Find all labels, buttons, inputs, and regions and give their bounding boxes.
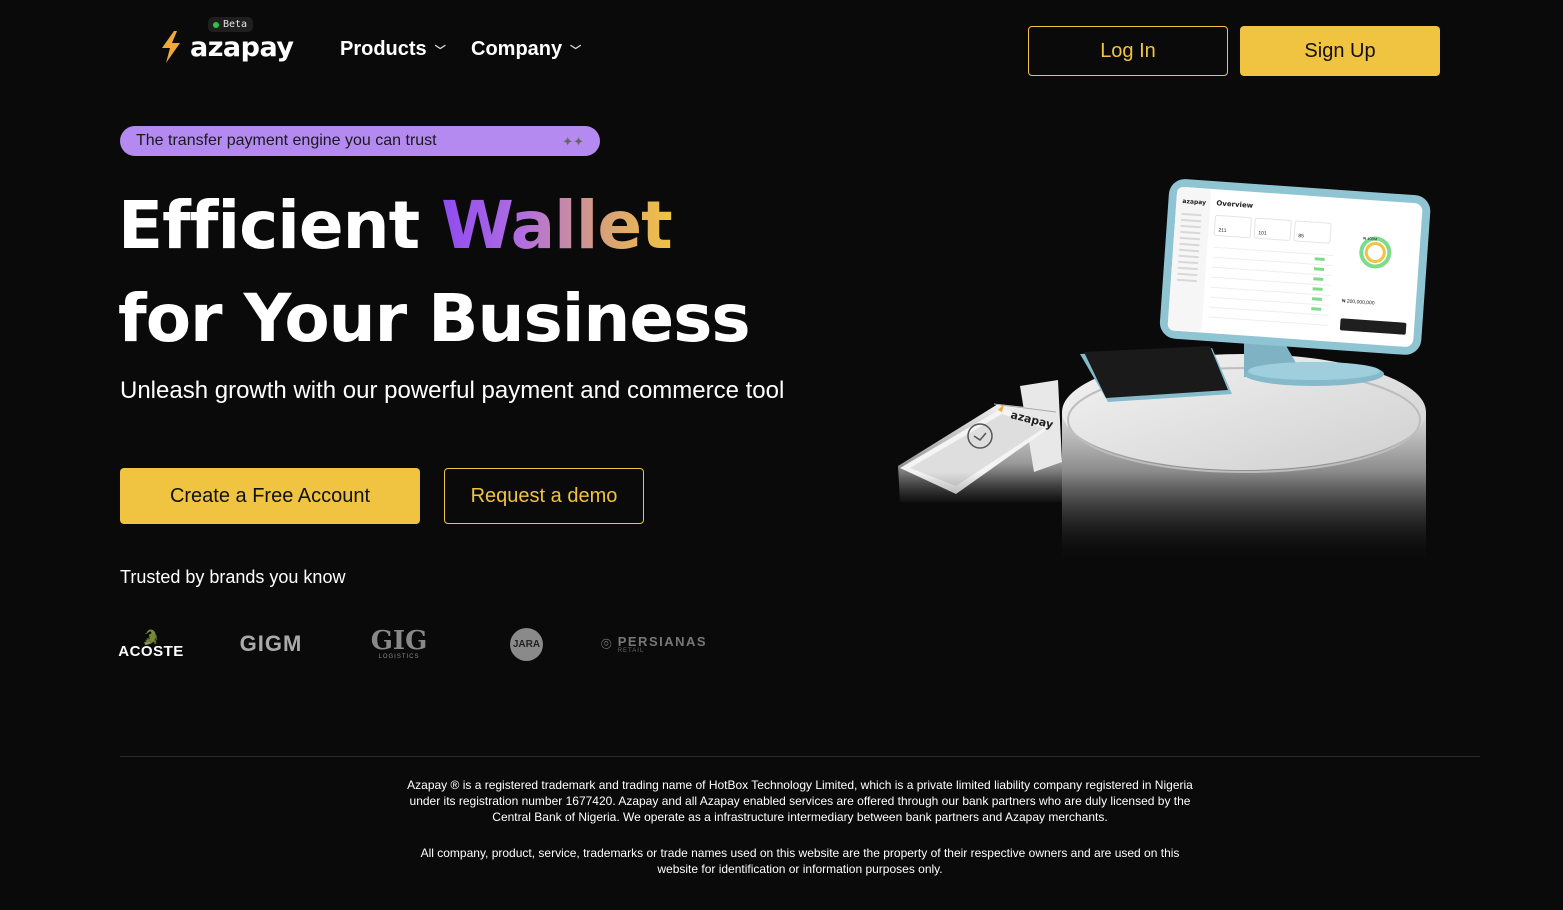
screen-stat-3: 85: [1298, 233, 1304, 239]
trusted-label: Trusted by brands you know: [120, 567, 346, 587]
brand-lacoste-text: ACOSTE: [118, 642, 184, 660]
trademark-notice: All company, product, service, trademark…: [420, 846, 1180, 876]
brand-persianas-text: PERSIANAS: [617, 633, 708, 649]
chevron-down-icon: ﹀: [570, 44, 582, 57]
nav-products-label: Products: [340, 38, 427, 60]
beta-label: Beta: [223, 19, 248, 30]
screen-stat-2: 101: [1258, 230, 1267, 237]
headline-highlight: Wallet: [441, 187, 673, 264]
headline-line-2: for Your Business: [118, 280, 751, 357]
create-account-button[interactable]: Create a Free Account: [120, 468, 420, 524]
request-demo-button[interactable]: Request a demo: [444, 468, 644, 524]
footer-divider: [120, 756, 1480, 757]
beta-badge: Beta: [208, 17, 254, 32]
top-navbar: azapay Beta Products ﹀ Company ﹀ Log In …: [0, 0, 1563, 100]
nav-company-menu[interactable]: Company ﹀: [471, 38, 581, 61]
screen-stat-1: 211: [1218, 228, 1227, 235]
brand-persianas-sub: RETAIL: [617, 647, 645, 654]
tagline-text: The transfer payment engine you can trus…: [136, 132, 437, 149]
pos-devices-illustration: azapay Overview 211 101 85 ₦ 100M ₦ 200,…: [894, 179, 1434, 564]
chevron-down-icon: ﹀: [434, 44, 446, 57]
hero-subtitle: Unleash growth with our powerful payment…: [120, 377, 785, 404]
signup-button[interactable]: Sign Up: [1240, 26, 1440, 76]
brand-logo-jara: JARA: [510, 628, 543, 661]
azapay-logo[interactable]: azapay: [158, 30, 294, 64]
logo-wordmark: azapay: [190, 31, 294, 63]
brand-logo-gigm: GIGM: [239, 631, 303, 656]
brand-logo-lacoste: 🐊 ACOSTE: [118, 622, 184, 666]
monitor-device: azapay Overview 211 101 85 ₦ 100M ₦ 200,…: [1159, 179, 1431, 355]
brand-logo-gig-logistics: GIG LOGISTICS: [370, 622, 428, 666]
headline-line-1: Efficient Wallet: [118, 187, 673, 264]
brand-logo-persianas: ⌾ PERSIANAS RETAIL: [598, 622, 710, 666]
screen-donut-label: ₦ 100M: [1363, 236, 1377, 242]
crocodile-icon: 🐊: [142, 628, 160, 645]
status-dot-icon: [213, 21, 219, 28]
login-button[interactable]: Log In: [1028, 26, 1228, 76]
bolt-logo-icon: [162, 31, 180, 63]
headline-word: Efficient: [118, 187, 420, 264]
nav-products-menu[interactable]: Products ﹀: [340, 38, 446, 61]
location-pin-icon: ⌾: [600, 633, 612, 654]
brand-gig-sub: LOGISTICS: [378, 654, 420, 660]
legal-disclaimer: Azapay ® is a registered trademark and t…: [407, 778, 1193, 824]
nav-company-label: Company: [471, 38, 563, 60]
sparkle-icon: ✦✦: [562, 134, 584, 149]
brand-gig-text: GIG: [370, 626, 428, 656]
tagline-pill: The transfer payment engine you can trus…: [120, 126, 600, 156]
